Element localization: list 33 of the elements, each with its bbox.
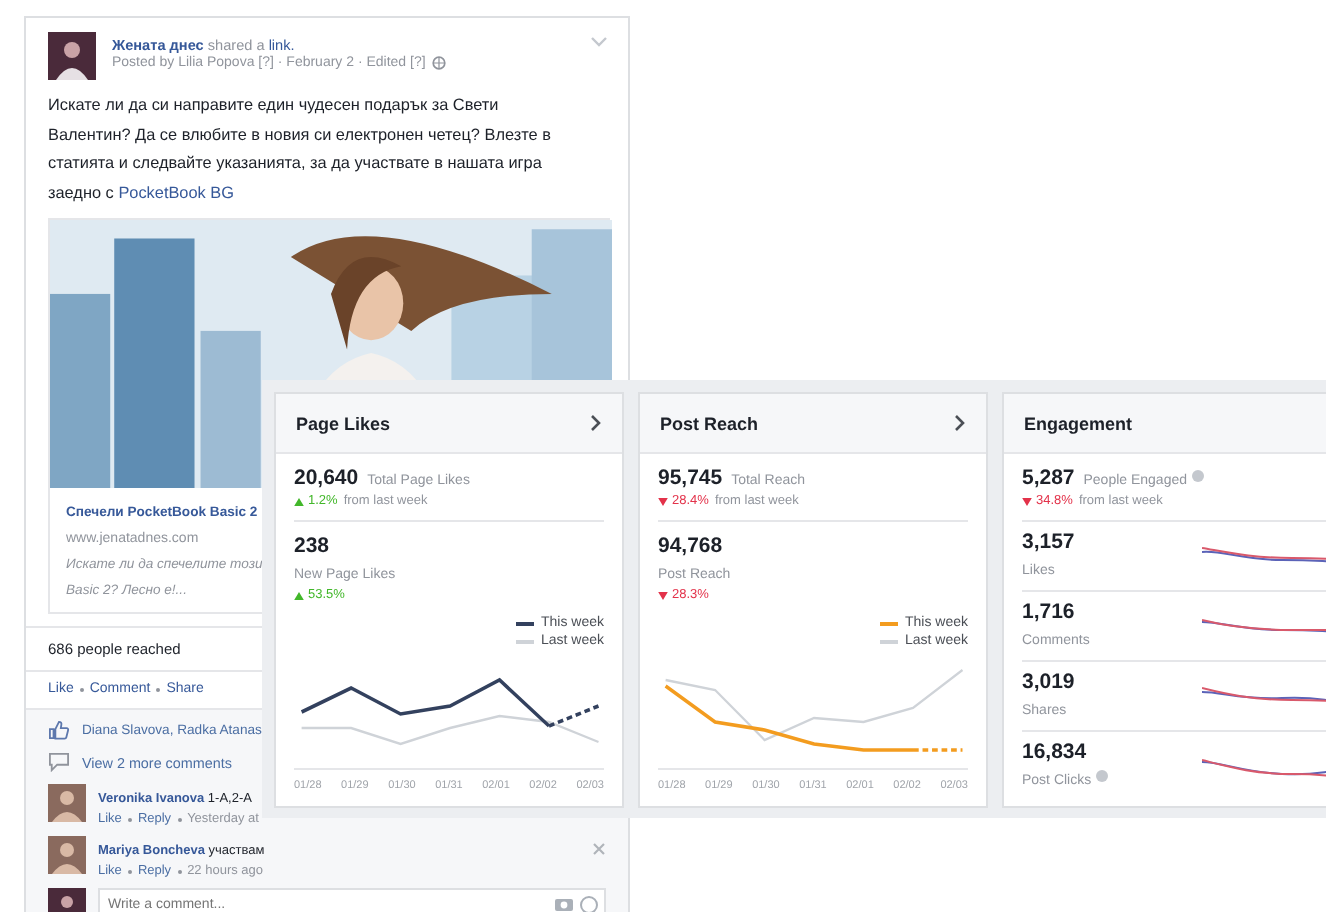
chevron-icon[interactable]: [954, 414, 966, 432]
stat-value: 20,640: [294, 466, 359, 490]
camera-icon[interactable]: [554, 896, 574, 912]
card-title: Post Reach: [660, 413, 759, 433]
avatar-icon: [48, 784, 86, 822]
stat-value: 238: [294, 534, 330, 558]
separator-dot: [127, 870, 132, 874]
metric-value: 3,157: [1022, 530, 1075, 554]
globe-icon: [431, 56, 446, 70]
metric-value: 1,716: [1022, 600, 1075, 624]
page-link[interactable]: PocketBook BG: [118, 183, 234, 201]
close-icon[interactable]: [592, 842, 606, 856]
metric-value: 16,834: [1022, 740, 1087, 764]
chevron-icon[interactable]: [590, 414, 602, 432]
comment-icon: [48, 752, 70, 772]
card-title: Page Likes: [296, 413, 391, 433]
stat-value: 5,287: [1022, 466, 1075, 490]
post-text: Искате ли да си направите един чудесен подарък за Свети Валентин? Да се влюбите в новия си електронен четец? Влезте в статията и следвайте указанията, за да участвате в нашата игра заедно с PocketBook BG: [48, 94, 553, 206]
thumbs-up-icon: [48, 720, 70, 740]
separator-dot: [177, 818, 182, 822]
metric-value: 3,019: [1022, 670, 1075, 694]
avatar-icon: [48, 32, 96, 80]
separator-dot: [156, 688, 161, 692]
card-title: Engagement: [1024, 413, 1133, 433]
avatar-icon: [48, 836, 86, 874]
separator-dot: [127, 818, 132, 822]
emoji-icon[interactable]: [580, 896, 598, 912]
separator-dot: [177, 870, 182, 874]
stat-value: 94,768: [658, 534, 723, 558]
caret-icon[interactable]: [590, 36, 608, 48]
separator-dot: [79, 688, 84, 692]
sparkline-drawing: [1202, 753, 1326, 779]
stat-value: 95,745: [658, 466, 723, 490]
